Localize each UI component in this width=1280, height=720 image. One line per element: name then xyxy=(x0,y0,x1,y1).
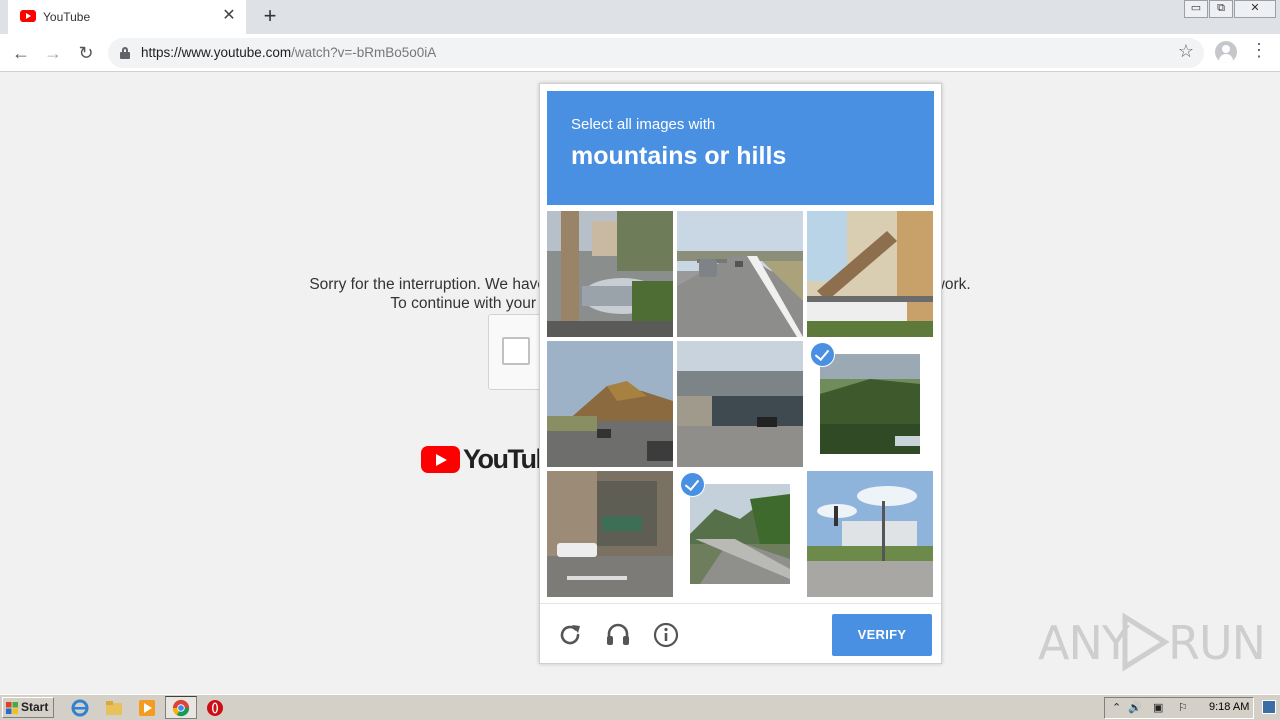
info-icon[interactable] xyxy=(653,622,679,648)
window-close-button[interactable]: ✕ xyxy=(1234,0,1276,18)
challenge-footer: VERIFY xyxy=(540,603,941,663)
captcha-tile-street-pole-trees[interactable] xyxy=(547,211,673,337)
challenge-keyword: mountains or hills xyxy=(571,142,787,170)
taskbar-clock[interactable]: 9:18 AM xyxy=(1209,701,1249,713)
captcha-tile-house-stairs[interactable] xyxy=(807,211,933,337)
url-host: https://www.youtube.com xyxy=(141,45,292,60)
recaptcha-checkbox[interactable] xyxy=(502,337,530,365)
start-label: Start xyxy=(21,700,49,714)
image-grid xyxy=(547,211,934,598)
file-explorer-icon[interactable] xyxy=(104,698,124,718)
reload-page-icon[interactable]: ↻ xyxy=(74,41,98,65)
watermark-text-left: ANY xyxy=(1038,616,1130,670)
tab-title: YouTube xyxy=(43,10,91,24)
anyrun-watermark: ANY RUN xyxy=(1038,612,1266,672)
tab-close-icon[interactable]: ✕ xyxy=(220,7,238,25)
address-bar[interactable]: https://www.youtube.com/watch?v=-bRmBo5o… xyxy=(108,38,1204,68)
browser-menu-icon[interactable]: ⋮ xyxy=(1250,40,1268,61)
chrome-icon xyxy=(172,699,190,717)
tab-strip: YouTube ✕ + ▭ ⧉ ✕ xyxy=(0,0,1280,34)
windows-flag-icon xyxy=(6,702,18,714)
address-url[interactable]: https://www.youtube.com/watch?v=-bRmBo5o… xyxy=(141,45,436,60)
captcha-tile-highway-road[interactable] xyxy=(677,211,803,337)
browser-toolbar: ← → ↻ https://www.youtube.com/watch?v=-b… xyxy=(0,34,1280,72)
selected-check-icon xyxy=(810,342,835,367)
captcha-tile-building-traffic-light[interactable] xyxy=(807,471,933,597)
captcha-tile-street-hills[interactable] xyxy=(547,341,673,467)
verify-button[interactable]: VERIFY xyxy=(832,614,932,656)
bookmark-star-icon[interactable]: ☆ xyxy=(1175,41,1197,62)
captcha-tile-bridge-underpass[interactable] xyxy=(677,341,803,467)
media-player-icon[interactable] xyxy=(137,698,157,718)
lock-icon xyxy=(120,47,130,59)
watermark-text-right: RUN xyxy=(1168,616,1266,670)
volume-icon[interactable]: 🔊 xyxy=(1128,701,1142,714)
youtube-favicon-icon xyxy=(20,10,36,22)
action-center-flag-icon[interactable]: ⚐ xyxy=(1178,701,1188,714)
url-path: /watch?v=-bRmBo5o0iA xyxy=(291,45,437,60)
start-button[interactable]: Start xyxy=(2,697,54,718)
profile-avatar-icon[interactable] xyxy=(1215,41,1237,63)
show-desktop-button[interactable] xyxy=(1262,700,1276,714)
internet-explorer-icon[interactable] xyxy=(70,698,90,718)
chrome-taskbar-button[interactable] xyxy=(165,696,197,719)
opera-icon[interactable] xyxy=(205,698,225,718)
watermark-play-icon xyxy=(1122,612,1170,672)
challenge-instruction: Select all images with xyxy=(571,116,716,133)
headphones-icon[interactable] xyxy=(605,622,631,648)
forward-arrow-icon[interactable]: → xyxy=(41,41,65,65)
tray-expand-icon[interactable]: ⌃ xyxy=(1112,701,1121,714)
youtube-logo: YouTube xyxy=(421,444,565,474)
captcha-tile-city-street[interactable] xyxy=(547,471,673,597)
window-minimize-button[interactable]: ▭ xyxy=(1184,0,1208,18)
tab-youtube[interactable]: YouTube ✕ xyxy=(8,0,246,34)
youtube-play-icon xyxy=(421,446,460,473)
captcha-challenge: Select all images with mountains or hill… xyxy=(539,83,942,664)
selected-check-icon xyxy=(680,472,705,497)
reload-icon[interactable] xyxy=(557,622,583,648)
network-icon[interactable]: ▣ xyxy=(1153,701,1163,714)
challenge-header: Select all images with mountains or hill… xyxy=(547,91,934,205)
new-tab-button[interactable]: + xyxy=(258,5,282,29)
back-arrow-icon[interactable]: ← xyxy=(9,41,33,65)
windows-taskbar: Start ⌃ 🔊 ▣ ⚐ 9:18 AM xyxy=(0,694,1280,720)
window-restore-button[interactable]: ⧉ xyxy=(1209,0,1233,18)
